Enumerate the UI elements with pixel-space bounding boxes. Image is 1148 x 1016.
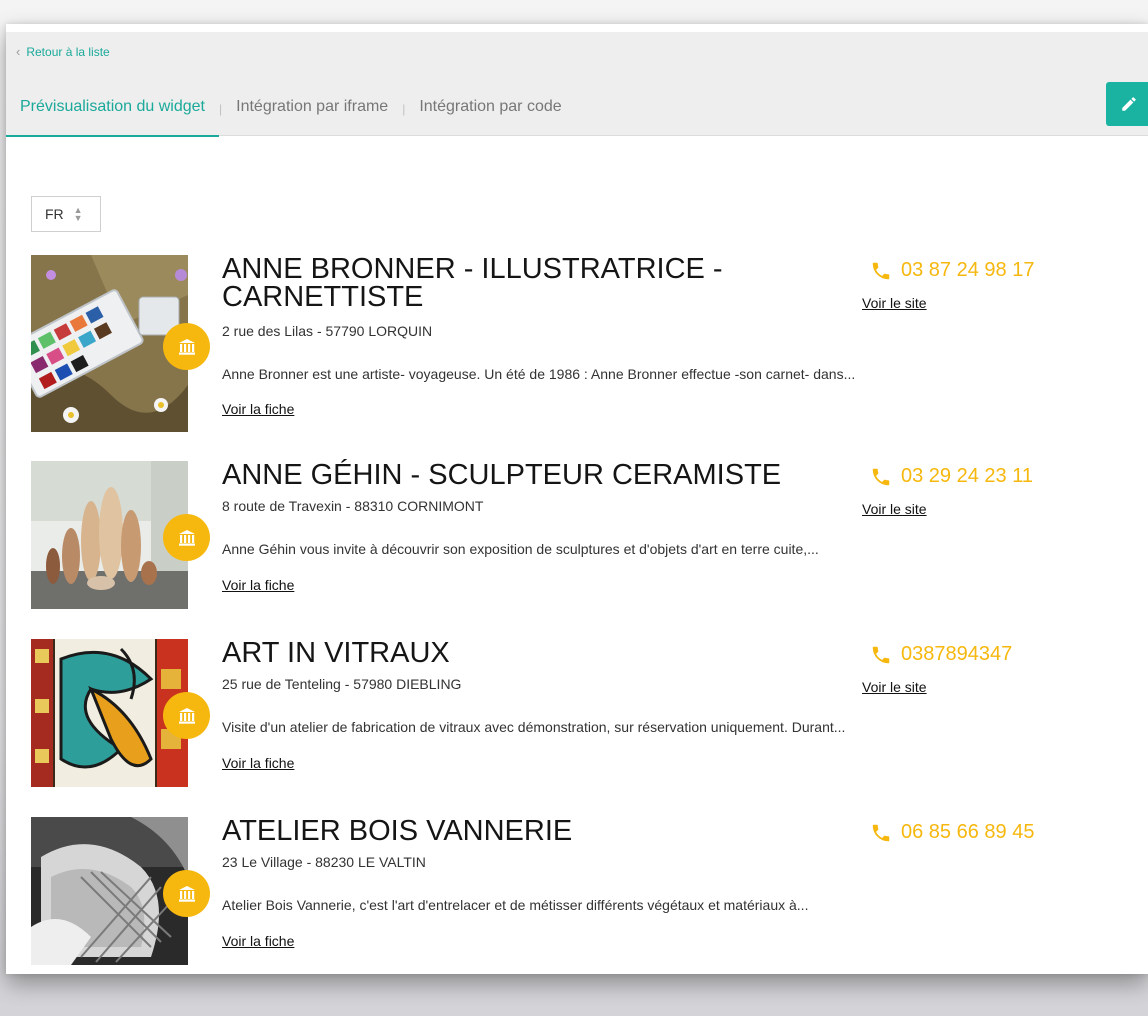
select-arrows-icon: ▲ ▼ — [73, 205, 83, 223]
tab-preview-label: Prévisualisation du widget — [20, 98, 205, 115]
list-item: ANNE GÉHIN - SCULPTEUR CERAMISTE 8 route… — [31, 461, 1141, 639]
list-item: ANNE BRONNER - ILLUSTRATRICE - CARNETTIS… — [31, 255, 1141, 433]
phone-icon — [872, 646, 890, 663]
phone-icon — [872, 824, 890, 841]
list-item: ATELIER BOIS VANNERIE 23 Le Village - 88… — [31, 817, 1141, 974]
item-photo-stained-glass[interactable] — [31, 639, 188, 816]
tab-code[interactable]: Intégration par code — [405, 78, 575, 136]
item-photo-sculptures[interactable] — [31, 461, 188, 638]
museum-icon — [178, 338, 195, 355]
item-title[interactable]: ART IN VITRAUX — [222, 639, 822, 668]
top-bar: ‹ Retour à la liste Prévisualisation du … — [6, 32, 1148, 137]
museum-badge — [163, 692, 210, 739]
view-details-link[interactable]: Voir la fiche — [222, 401, 294, 417]
pencil-icon — [1122, 97, 1136, 111]
list-item: ART IN VITRAUX 25 rue de Tenteling - 579… — [31, 639, 1141, 817]
museum-icon — [178, 885, 195, 902]
edit-button[interactable] — [1106, 82, 1148, 126]
language-select[interactable]: FR ▲ ▼ — [31, 196, 101, 232]
museum-badge — [163, 514, 210, 561]
item-phone[interactable]: 03 87 24 98 17 — [870, 259, 1034, 282]
museum-badge — [163, 870, 210, 917]
phone-icon — [872, 262, 890, 279]
item-title[interactable]: ANNE GÉHIN - SCULPTEUR CERAMISTE — [222, 461, 822, 490]
view-site-link[interactable]: Voir le site — [862, 501, 927, 517]
museum-icon — [178, 529, 195, 546]
tab-code-label: Intégration par code — [419, 98, 562, 115]
museum-icon — [178, 707, 195, 724]
item-description: Visite d'un atelier de fabrication de vi… — [222, 719, 846, 735]
item-phone[interactable]: 0387894347 — [870, 643, 1012, 666]
phone-number: 06 85 66 89 45 — [901, 821, 1035, 843]
view-site-link[interactable]: Voir le site — [862, 295, 927, 311]
language-value: FR — [45, 206, 64, 222]
widget-panel: ‹ Retour à la liste Prévisualisation du … — [6, 24, 1148, 974]
back-link-label: Retour à la liste — [26, 44, 110, 59]
tab-iframe[interactable]: Intégration par iframe — [222, 78, 402, 136]
view-details-link[interactable]: Voir la fiche — [222, 755, 294, 771]
item-address: 8 route de Travexin - 88310 CORNIMONT — [222, 498, 484, 514]
tab-bar: Prévisualisation du widget | Intégration… — [6, 78, 576, 137]
item-address: 23 Le Village - 88230 LE VALTIN — [222, 854, 426, 870]
item-address: 2 rue des Lilas - 57790 LORQUIN — [222, 323, 433, 339]
view-site-link[interactable]: Voir le site — [862, 679, 927, 695]
phone-number: 03 87 24 98 17 — [901, 259, 1035, 281]
item-description: Anne Bronner est une artiste- voyageuse.… — [222, 366, 856, 382]
item-title[interactable]: ATELIER BOIS VANNERIE — [222, 817, 822, 846]
item-title[interactable]: ANNE BRONNER - ILLUSTRATRICE - CARNETTIS… — [222, 255, 822, 312]
item-phone[interactable]: 03 29 24 23 11 — [870, 465, 1033, 488]
item-description: Atelier Bois Vannerie, c'est l'art d'ent… — [222, 897, 809, 913]
item-phone[interactable]: 06 85 66 89 45 — [870, 821, 1034, 844]
item-address: 25 rue de Tenteling - 57980 DIEBLING — [222, 676, 462, 692]
item-description: Anne Géhin vous invite à découvrir son e… — [222, 541, 819, 557]
tab-preview[interactable]: Prévisualisation du widget — [6, 78, 219, 137]
view-details-link[interactable]: Voir la fiche — [222, 933, 294, 949]
view-details-link[interactable]: Voir la fiche — [222, 577, 294, 593]
phone-icon — [872, 468, 890, 485]
phone-number: 03 29 24 23 11 — [901, 465, 1033, 487]
phone-number: 0387894347 — [901, 643, 1013, 665]
tab-iframe-label: Intégration par iframe — [236, 98, 389, 115]
museum-badge — [163, 323, 210, 370]
chevron-left-icon: ‹ — [16, 44, 21, 59]
back-to-list-link[interactable]: ‹ Retour à la liste — [16, 44, 110, 59]
